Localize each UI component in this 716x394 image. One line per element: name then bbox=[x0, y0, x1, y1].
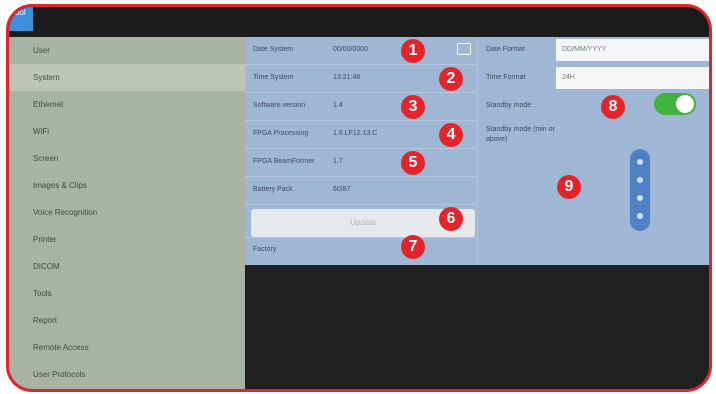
toggle-knob bbox=[676, 95, 694, 113]
time-format-label: Time Format bbox=[486, 74, 526, 81]
battery-pack-row: Battery Pack 60/87 bbox=[245, 177, 477, 205]
calendar-icon[interactable] bbox=[457, 43, 471, 55]
time-system-label: Time System bbox=[253, 74, 294, 81]
system-settings-panel: Date System 00/00/0000 Time System 13:21… bbox=[245, 37, 709, 265]
battery-pack-label: Battery Pack bbox=[253, 186, 293, 193]
fpga-processing-label: FPGA Processing bbox=[253, 130, 309, 137]
slider-step-dot bbox=[637, 195, 643, 201]
callout-7: 7 bbox=[401, 235, 425, 259]
sidebar-item-screen[interactable]: Screen bbox=[9, 145, 245, 172]
callout-1: 1 bbox=[401, 39, 425, 63]
standby-mode-label: Standby mode bbox=[486, 102, 532, 109]
fpga-processing-value: 1.6 LF12.13.C bbox=[333, 130, 378, 137]
factory-label: Factory bbox=[253, 246, 277, 253]
slider-step-dot bbox=[637, 177, 643, 183]
main-area: Date System 00/00/0000 Time System 13:21… bbox=[245, 37, 709, 389]
date-system-label: Date System bbox=[253, 46, 294, 53]
time-system-value[interactable]: 13:21:48 bbox=[333, 74, 360, 81]
sidebar-item-tools[interactable]: Tools bbox=[9, 280, 245, 307]
callout-5: 5 bbox=[401, 151, 425, 175]
sidebar-item-system[interactable]: System bbox=[9, 64, 245, 91]
fpga-beamformer-row: FPGA BeamFormer 1.7 bbox=[245, 149, 477, 177]
sidebar-item-dicom[interactable]: DICOM bbox=[9, 253, 245, 280]
standby-time-label: Standby mode (min or above) bbox=[486, 126, 555, 143]
callout-4: 4 bbox=[439, 123, 463, 147]
sidebar-item-wifi[interactable]: WiFi bbox=[9, 118, 245, 145]
standby-mode-toggle[interactable] bbox=[654, 93, 696, 115]
sidebar-item-remote-access[interactable]: Remote Access bbox=[9, 334, 245, 361]
sidebar-item-images-clips[interactable]: Images & Clips bbox=[9, 172, 245, 199]
date-system-row: Date System 00/00/0000 bbox=[245, 37, 477, 65]
software-version-label: Software version bbox=[253, 102, 306, 109]
factory-row[interactable]: Factory bbox=[245, 237, 477, 262]
sidebar-item-user-protocols[interactable]: User Protocols bbox=[9, 361, 245, 388]
tool-tab[interactable]: Tool bbox=[9, 7, 33, 31]
date-format-row: Date Format DD/MM/YYYY bbox=[478, 37, 709, 63]
software-version-value: 1.4 bbox=[333, 102, 343, 109]
top-bar: Tool bbox=[9, 7, 709, 37]
slider-step-dot bbox=[637, 159, 643, 165]
standby-time-slider[interactable] bbox=[630, 149, 650, 231]
date-format-label: Date Format bbox=[486, 46, 525, 53]
callout-2: 2 bbox=[439, 67, 463, 91]
callout-8: 8 bbox=[601, 95, 625, 119]
app-window: Tool User System Ethernet WiFi Screen Im… bbox=[6, 4, 712, 392]
callout-3: 3 bbox=[401, 95, 425, 119]
settings-sidebar: User System Ethernet WiFi Screen Images … bbox=[9, 37, 245, 389]
callout-6: 6 bbox=[439, 207, 463, 231]
slider-step-dot bbox=[637, 213, 643, 219]
time-format-select[interactable]: 24H bbox=[556, 67, 709, 89]
date-format-select[interactable]: DD/MM/YYYY bbox=[556, 39, 709, 61]
sidebar-item-user[interactable]: User bbox=[9, 37, 245, 64]
sidebar-item-ethernet[interactable]: Ethernet bbox=[9, 91, 245, 118]
time-format-row: Time Format 24H bbox=[478, 65, 709, 91]
battery-pack-value: 60/87 bbox=[333, 186, 351, 193]
fpga-beamformer-value: 1.7 bbox=[333, 158, 343, 165]
software-version-row: Software version 1.4 bbox=[245, 93, 477, 121]
date-system-value[interactable]: 00/00/0000 bbox=[333, 46, 368, 53]
format-settings-column: Date Format DD/MM/YYYY Time Format 24H S… bbox=[477, 37, 709, 265]
sidebar-item-printer[interactable]: Printer bbox=[9, 226, 245, 253]
fpga-beamformer-label: FPGA BeamFormer bbox=[253, 158, 315, 165]
callout-9: 9 bbox=[557, 175, 581, 199]
sidebar-item-report[interactable]: Report bbox=[9, 307, 245, 334]
sidebar-item-voice-recognition[interactable]: Voice Recognition bbox=[9, 199, 245, 226]
